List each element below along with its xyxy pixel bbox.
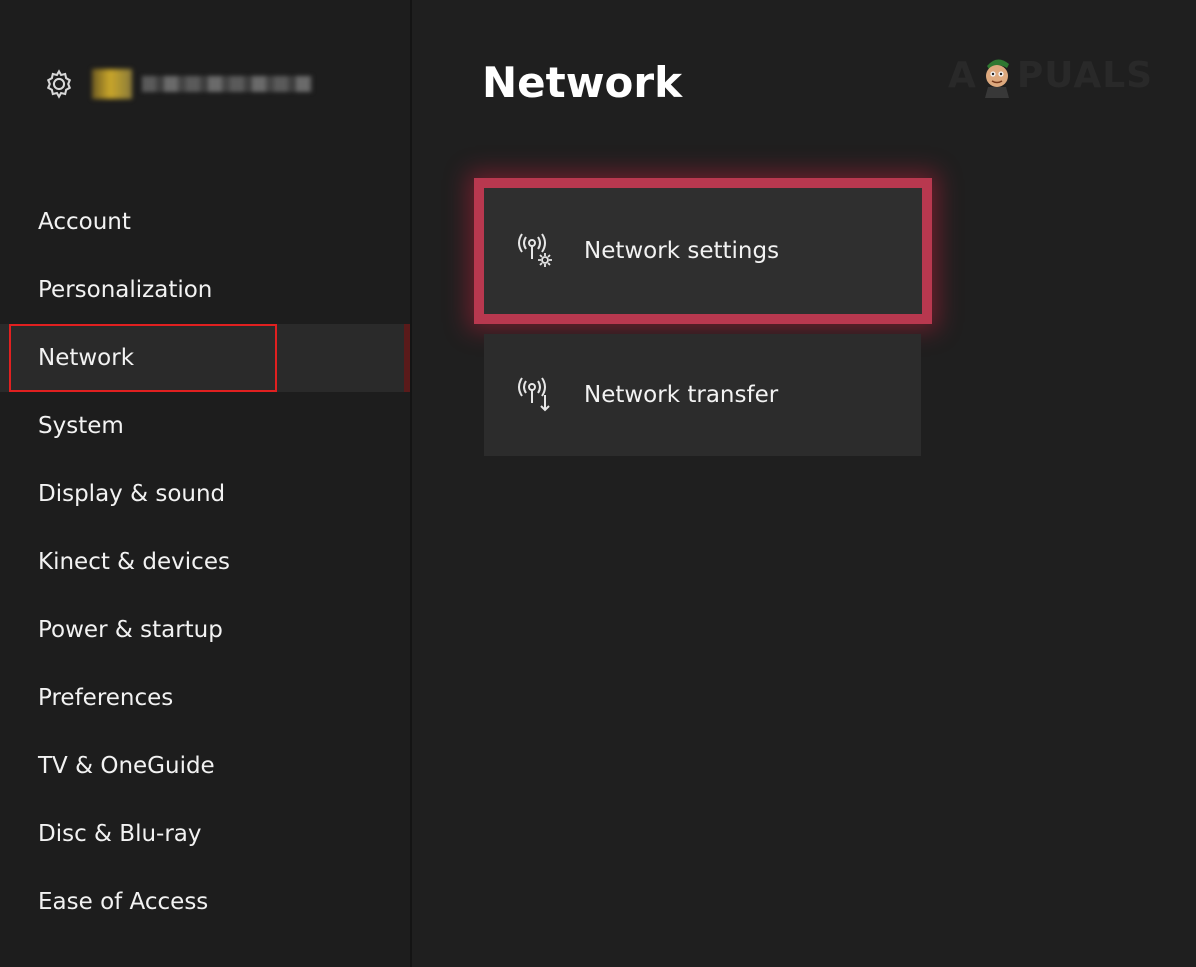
sidebar-item-account[interactable]: Account [0, 188, 410, 256]
sidebar-nav: Account Personalization Network System D… [0, 188, 410, 936]
sidebar-item-ease-of-access[interactable]: Ease of Access [0, 868, 410, 936]
sidebar-item-disc-bluray[interactable]: Disc & Blu-ray [0, 800, 410, 868]
sidebar-item-tv-oneguide[interactable]: TV & OneGuide [0, 732, 410, 800]
network-transfer-tile[interactable]: Network transfer [484, 334, 921, 456]
network-settings-icon [518, 233, 552, 267]
avatar [92, 69, 132, 99]
sidebar-item-label: Ease of Access [38, 889, 209, 915]
network-transfer-icon [518, 377, 550, 412]
watermark-text-left: A [948, 54, 977, 96]
watermark-text-right: PUALS [1016, 54, 1154, 96]
sidebar-item-label: System [38, 413, 124, 439]
sidebar-item-preferences[interactable]: Preferences [0, 664, 410, 732]
sidebar-item-label: Power & startup [38, 617, 223, 643]
gamertag-blurred [142, 76, 312, 92]
appuals-watermark: A PUALS [948, 52, 1153, 98]
gear-icon [46, 69, 72, 99]
sidebar: Account Personalization Network System D… [0, 0, 410, 967]
profile-header[interactable] [40, 64, 312, 104]
sidebar-item-label: Disc & Blu-ray [38, 821, 202, 847]
sidebar-item-label: Display & sound [38, 481, 226, 507]
sidebar-item-label: Network [38, 345, 135, 371]
mascot-logo-icon [984, 59, 1009, 98]
sidebar-item-label: Personalization [38, 277, 213, 303]
sidebar-item-display-sound[interactable]: Display & sound [0, 460, 410, 528]
sidebar-item-kinect-devices[interactable]: Kinect & devices [0, 528, 410, 596]
settings-screen: Account Personalization Network System D… [0, 0, 1196, 967]
tile-label: Network transfer [584, 382, 779, 408]
sidebar-item-system[interactable]: System [0, 392, 410, 460]
sidebar-item-label: TV & OneGuide [38, 753, 215, 779]
sidebar-divider [410, 0, 412, 967]
sidebar-item-network[interactable]: Network [0, 324, 410, 392]
page-title: Network [482, 58, 683, 107]
sidebar-item-label: Kinect & devices [38, 549, 230, 575]
sidebar-item-power-startup[interactable]: Power & startup [0, 596, 410, 664]
sidebar-item-label: Preferences [38, 685, 174, 711]
network-settings-tile[interactable]: Network settings [474, 178, 932, 324]
sidebar-item-personalization[interactable]: Personalization [0, 256, 410, 324]
tile-label: Network settings [584, 238, 780, 264]
sidebar-item-label: Account [38, 209, 131, 235]
